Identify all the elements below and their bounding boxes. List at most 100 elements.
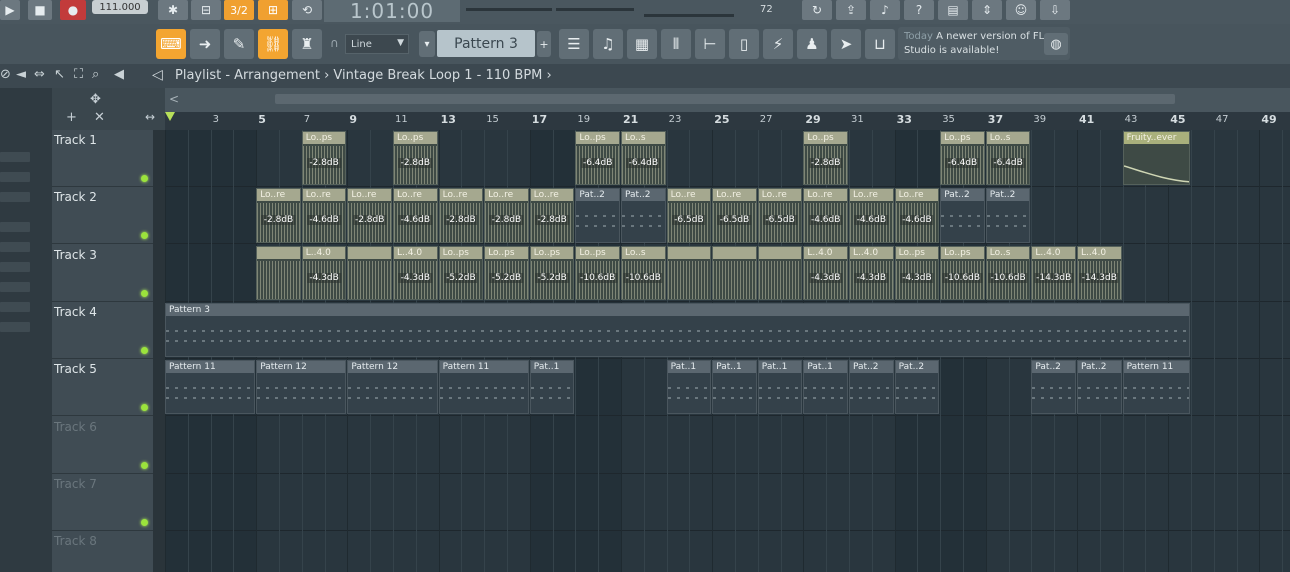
mixer-icon[interactable]: ⫴ xyxy=(661,29,691,59)
brush-icon[interactable]: ✎ xyxy=(224,29,254,59)
audio-clip[interactable]: Lo..re -2.8dB xyxy=(347,188,392,243)
track-mute-led[interactable] xyxy=(141,346,148,354)
master-volume-slider[interactable] xyxy=(644,14,734,17)
browser-tree-icon[interactable]: ⊢ xyxy=(695,29,725,59)
browser-item[interactable] xyxy=(0,222,30,232)
track-mute-led[interactable] xyxy=(141,232,148,240)
playlist-grid[interactable]: Lo..ps -2.8dB Lo..ps -2.8dB Lo..ps -6.4dB Lo..… xyxy=(165,130,1290,572)
zoom-icon[interactable]: ⊘ xyxy=(0,67,11,82)
track-mute-led[interactable] xyxy=(141,289,148,297)
audio-clip[interactable]: Lo..re -2.8dB xyxy=(438,188,484,243)
browser-item[interactable] xyxy=(0,192,30,202)
arrow-right-icon[interactable]: ➜ xyxy=(190,29,220,59)
track-row[interactable] xyxy=(165,531,1290,572)
plugin-icon[interactable]: ⚡ xyxy=(763,29,793,59)
track-scrollbar[interactable] xyxy=(153,130,165,572)
pattern-clip[interactable]: Pat..2 xyxy=(894,360,940,415)
wait-input-button[interactable]: ⊟ xyxy=(191,0,221,20)
audio-clip[interactable]: Lo..re -6.5dB xyxy=(757,188,803,243)
song-overview[interactable]: < xyxy=(165,88,1290,112)
audio-clip[interactable] xyxy=(666,245,712,300)
audio-clip[interactable]: Lo..ps -10.6dB xyxy=(575,245,620,300)
browser-item[interactable] xyxy=(0,282,30,292)
pattern-clip[interactable]: Pattern 11 xyxy=(438,360,529,415)
audio-clip[interactable]: Lo..s -6.4dB xyxy=(985,131,1031,186)
expand-icon[interactable]: ↔ xyxy=(145,110,155,124)
browser-item[interactable] xyxy=(0,242,30,252)
cart-icon[interactable]: ⊔ xyxy=(865,29,895,59)
audio-clip[interactable]: Lo..s -10.6dB xyxy=(621,245,666,300)
keyboard-icon[interactable]: ⌨ xyxy=(156,29,186,59)
audio-clip[interactable]: L..4.0 -4.3dB xyxy=(849,245,894,300)
track-header[interactable]: Track 3 xyxy=(52,245,153,302)
add-icon[interactable]: + xyxy=(66,110,77,125)
audio-clip[interactable] xyxy=(256,245,301,300)
project-icon[interactable]: ▯ xyxy=(729,29,759,59)
audio-clip[interactable]: Lo..re -4.6dB xyxy=(849,188,894,243)
audio-clip[interactable] xyxy=(347,245,392,300)
help-icon[interactable]: ? xyxy=(904,0,934,20)
audio-clip[interactable]: Lo..ps -6.4dB xyxy=(940,131,985,186)
speaker-icon[interactable]: ◀ xyxy=(114,67,124,82)
audio-clip[interactable]: Lo..re -2.8dB xyxy=(529,188,575,243)
stamp-icon[interactable]: ♜ xyxy=(292,29,322,59)
browser-item[interactable] xyxy=(0,302,30,312)
pattern-clip[interactable]: Pat..2 xyxy=(1031,360,1076,415)
pattern-clip[interactable]: Pat..1 xyxy=(666,360,712,415)
performance-icon[interactable]: ♟ xyxy=(797,29,827,59)
channel-rack-icon[interactable]: ▦ xyxy=(627,29,657,59)
audio-clip[interactable]: L..4.0 -4.3dB xyxy=(393,245,438,300)
pattern-clip[interactable]: Pattern 3 xyxy=(165,302,1190,358)
mute-icon[interactable]: ◄ xyxy=(16,67,26,82)
scroll-left-icon[interactable]: < xyxy=(169,92,179,106)
search-icon[interactable]: ⌕ xyxy=(92,67,99,82)
upload-icon[interactable]: ⇪ xyxy=(836,0,866,20)
song-time-display[interactable]: 1:01:00 xyxy=(324,0,460,23)
track-header[interactable]: Track 2 xyxy=(52,187,153,245)
audio-clip[interactable]: Lo..ps -2.8dB xyxy=(301,131,347,186)
track-mute-led[interactable] xyxy=(141,518,148,526)
swap-icon[interactable]: ⇔ xyxy=(34,67,45,82)
track-header[interactable]: Track 5 xyxy=(52,359,153,417)
pattern-clip[interactable]: Pat..2 xyxy=(575,188,620,243)
loop-record-button[interactable]: ⟲ xyxy=(292,0,322,20)
track-header[interactable]: Track 8 xyxy=(52,531,153,572)
audio-clip[interactable]: Lo..ps -5.2dB xyxy=(529,245,575,300)
audio-clip[interactable]: L..4.0 -4.3dB xyxy=(803,245,848,300)
move-icon[interactable]: ✥ xyxy=(90,92,101,107)
audio-clip[interactable]: Lo..s -6.4dB xyxy=(621,131,666,186)
resize-icon[interactable]: ⇕ xyxy=(972,0,1002,20)
track-header[interactable]: Track 1 xyxy=(52,130,153,187)
pattern-prev-button[interactable]: ▾ xyxy=(419,31,435,57)
track-row[interactable] xyxy=(165,417,1290,474)
overview-scrollbar[interactable] xyxy=(275,94,1175,104)
track-mute-led[interactable] xyxy=(141,175,148,182)
track-header[interactable]: Track 6 xyxy=(52,417,153,474)
close-icon[interactable]: ✕ xyxy=(94,110,105,125)
browser-item[interactable] xyxy=(0,322,30,332)
audio-clip[interactable]: L..4.0 -14.3dB xyxy=(1077,245,1122,300)
audio-clip[interactable]: Lo..re -6.5dB xyxy=(712,188,757,243)
track-mute-led[interactable] xyxy=(141,404,148,412)
audio-clip[interactable]: Lo..re -2.8dB xyxy=(256,188,301,243)
audio-clip[interactable]: Lo..ps -10.6dB xyxy=(940,245,985,300)
link-icon[interactable]: ⛓ xyxy=(258,29,288,59)
microphone-icon[interactable]: ♪ xyxy=(870,0,900,20)
pattern-clip[interactable]: Pat..2 xyxy=(849,360,894,415)
audio-clip[interactable]: Lo..ps -6.4dB xyxy=(575,131,620,186)
pattern-clip[interactable]: Pat..2 xyxy=(940,188,985,243)
pattern-clip[interactable]: Pattern 11 xyxy=(1122,360,1190,415)
playlist-icon[interactable]: ☰ xyxy=(559,29,589,59)
browser-item[interactable] xyxy=(0,262,30,272)
save-icon[interactable]: ▤ xyxy=(938,0,968,20)
pattern-clip[interactable]: Pattern 11 xyxy=(165,360,256,415)
audio-clip[interactable]: Lo..re -4.6dB xyxy=(894,188,940,243)
audio-clip[interactable]: Lo..re -2.8dB xyxy=(484,188,529,243)
pattern-clip[interactable]: Pattern 12 xyxy=(256,360,347,415)
browser-item[interactable] xyxy=(0,152,30,162)
crop-icon[interactable]: ⛶ xyxy=(74,67,83,82)
audio-clip[interactable]: Lo..re -4.6dB xyxy=(301,188,347,243)
automation-clip[interactable]: Fruity..ever xyxy=(1122,131,1190,186)
audio-clip[interactable]: Lo..ps -2.8dB xyxy=(803,131,848,186)
pattern-clip[interactable]: Pat..2 xyxy=(985,188,1031,243)
